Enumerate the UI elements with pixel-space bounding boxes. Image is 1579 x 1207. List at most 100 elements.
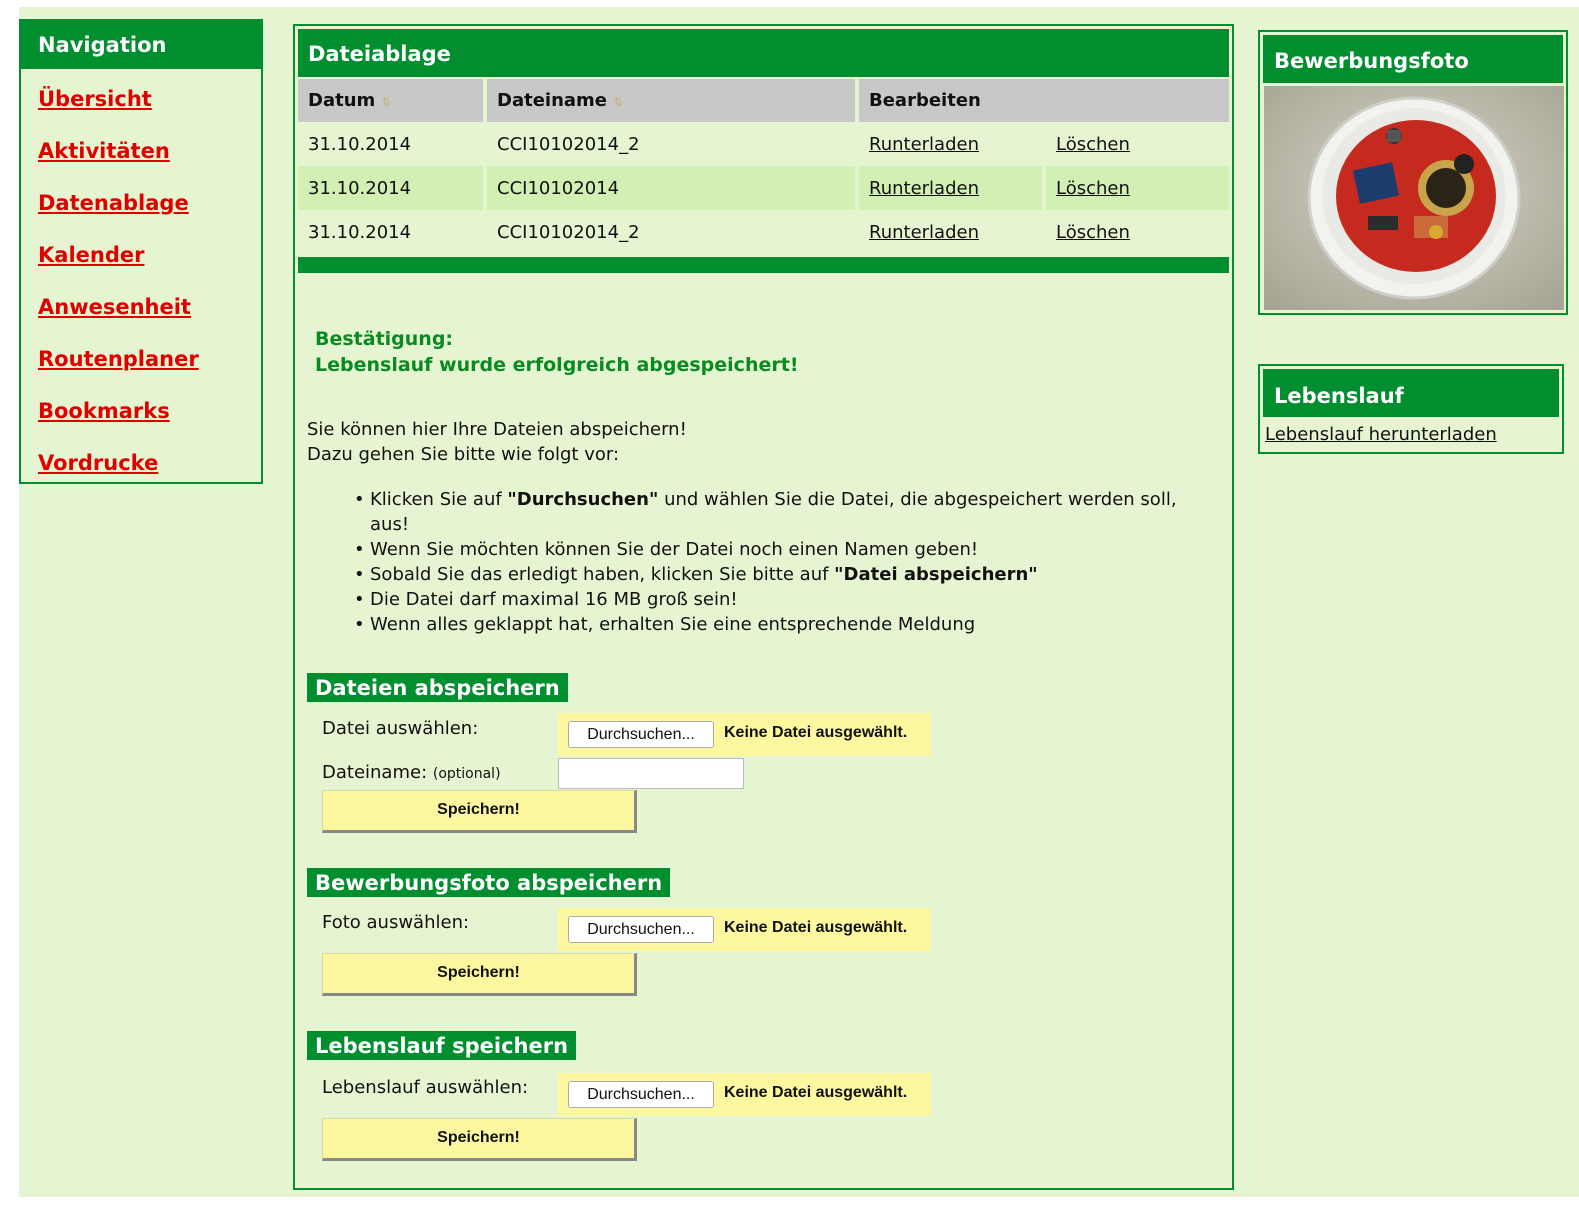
cell-filename: CCI10102014: [485, 166, 859, 210]
cell-delete: Löschen: [1044, 166, 1229, 210]
file-select-label: Datei auswählen:: [322, 718, 479, 739]
step-text: Sobald Sie das erledigt haben, klicken S…: [370, 564, 835, 585]
intro-line-2: Dazu gehen Sie bitte wie folgt vor:: [307, 444, 620, 465]
delete-link[interactable]: Löschen: [1056, 178, 1130, 199]
file-select-box: Durchsuchen... Keine Datei ausgewählt.: [558, 713, 931, 756]
cell-download: Runterladen: [857, 122, 1046, 166]
list-item: Die Datei darf maximal 16 MB groß sein!: [354, 587, 1200, 612]
browse-button[interactable]: Durchsuchen...: [568, 721, 714, 748]
table-header-row: Datum ⇅ Dateiname ⇅ Bearbeiten: [298, 79, 1229, 122]
step-text: Wenn Sie möchten können Sie der Datei no…: [370, 539, 979, 560]
column-name-label: Dateiname: [497, 90, 607, 111]
cv-download-link[interactable]: Lebenslauf herunterladen: [1265, 424, 1497, 445]
delete-link[interactable]: Löschen: [1056, 222, 1130, 243]
list-item: Klicken Sie auf "Durchsuchen" und wählen…: [354, 487, 1200, 537]
nav-item-routenplaner: Routenplaner: [21, 329, 261, 381]
photo-select-box: Durchsuchen... Keine Datei ausgewählt.: [558, 908, 931, 951]
nav-item-vordrucke: Vordrucke: [21, 433, 261, 485]
cell-date: 31.10.2014: [298, 122, 487, 166]
nav-item-anwesenheit: Anwesenheit: [21, 277, 261, 329]
nav-link-aktivitaeten[interactable]: Aktivitäten: [38, 139, 170, 163]
list-item: Wenn Sie möchten können Sie der Datei no…: [354, 537, 1200, 562]
no-file-status: Keine Datei ausgewählt.: [724, 919, 908, 936]
sort-icon[interactable]: ⇅: [613, 95, 623, 109]
photo-panel-title: Bewerbungsfoto: [1263, 35, 1563, 83]
save-photo-button[interactable]: Speichern!: [322, 953, 637, 996]
files-panel-title: Dateiablage: [298, 29, 1229, 77]
list-item: Sobald Sie das erledigt haben, klicken S…: [354, 562, 1200, 587]
files-table: Datum ⇅ Dateiname ⇅ Bearbeiten 31.10.2014 …: [298, 79, 1229, 254]
table-row: 31.10.2014 CCI10102014 Runterladen Lösch…: [298, 166, 1229, 210]
cell-filename: CCI10102014_2: [485, 122, 859, 166]
filename-label: Dateiname: (optional): [322, 762, 501, 783]
nav-item-aktivitaeten: Aktivitäten: [21, 121, 261, 173]
filename-input[interactable]: [558, 758, 744, 789]
photo-image: [1264, 86, 1564, 310]
filename-label-text: Dateiname:: [322, 762, 428, 783]
cell-date: 31.10.2014: [298, 210, 487, 254]
cell-delete: Löschen: [1044, 210, 1229, 254]
delete-link[interactable]: Löschen: [1056, 134, 1130, 155]
nav-link-uebersicht[interactable]: Übersicht: [38, 87, 152, 111]
cv-select-box: Durchsuchen... Keine Datei ausgewählt.: [558, 1073, 931, 1116]
step-text: Wenn alles geklappt hat, erhalten Sie ei…: [370, 614, 976, 635]
sort-icon[interactable]: ⇅: [381, 95, 391, 109]
nav-title: Navigation: [21, 21, 261, 69]
download-link[interactable]: Runterladen: [869, 178, 979, 199]
nav-list: Übersicht Aktivitäten Datenablage Kalend…: [21, 69, 261, 485]
list-item: Wenn alles geklappt hat, erhalten Sie ei…: [354, 612, 1200, 637]
column-date-label: Datum: [308, 90, 376, 111]
instruction-steps: Klicken Sie auf "Durchsuchen" und wählen…: [354, 487, 1200, 637]
photo-select-label: Foto auswählen:: [322, 912, 470, 933]
table-row: 31.10.2014 CCI10102014_2 Runterladen Lös…: [298, 122, 1229, 166]
step-text: Klicken Sie auf: [370, 489, 508, 510]
cv-select-label: Lebenslauf auswählen:: [322, 1077, 529, 1098]
browse-button[interactable]: Durchsuchen...: [568, 916, 714, 943]
column-edit-label: Bearbeiten: [869, 90, 981, 111]
nav-item-uebersicht: Übersicht: [21, 69, 261, 121]
navigation-panel: Navigation Übersicht Aktivitäten Datenab…: [19, 19, 263, 484]
section-title-upload-cv: Lebenslauf speichern: [307, 1031, 577, 1060]
nav-link-datenablage[interactable]: Datenablage: [38, 191, 189, 215]
instructions-intro: Sie können hier Ihre Dateien abspeichern…: [307, 417, 687, 467]
cell-filename: CCI10102014_2: [485, 210, 859, 254]
application-photo-panel: Bewerbungsfoto: [1258, 30, 1568, 315]
no-file-status: Keine Datei ausgewählt.: [724, 724, 908, 741]
confirmation-text: Lebenslauf wurde erfolgreich abgespeiche…: [315, 354, 799, 376]
nav-link-routenplaner[interactable]: Routenplaner: [38, 347, 199, 371]
nav-item-bookmarks: Bookmarks: [21, 381, 261, 433]
nav-link-kalender[interactable]: Kalender: [38, 243, 144, 267]
no-file-status: Keine Datei ausgewählt.: [724, 1084, 908, 1101]
cell-delete: Löschen: [1044, 122, 1229, 166]
download-link[interactable]: Runterladen: [869, 134, 979, 155]
table-row: 31.10.2014 CCI10102014_2 Runterladen Lös…: [298, 210, 1229, 254]
nav-link-vordrucke[interactable]: Vordrucke: [38, 451, 158, 475]
table-footer-bar: [298, 257, 1229, 273]
save-cv-button[interactable]: Speichern!: [322, 1118, 637, 1161]
cv-panel: Lebenslauf Lebenslauf herunterladen: [1258, 364, 1564, 454]
cv-panel-title: Lebenslauf: [1263, 369, 1559, 417]
column-header-name[interactable]: Dateiname ⇅: [485, 79, 859, 122]
section-title-upload-photo: Bewerbungsfoto abspeichern: [307, 868, 671, 897]
intro-line-1: Sie können hier Ihre Dateien abspeichern…: [307, 419, 687, 440]
main-panel: Dateiablage Datum ⇅ Dateiname ⇅ Bearbeiten…: [293, 24, 1234, 1190]
step-bold-text: "Datei abspeichern": [834, 564, 1038, 585]
browse-button[interactable]: Durchsuchen...: [568, 1081, 714, 1108]
cell-date: 31.10.2014: [298, 166, 487, 210]
column-header-date[interactable]: Datum ⇅: [298, 79, 487, 122]
confirmation-title: Bestätigung:: [315, 328, 454, 350]
cell-download: Runterladen: [857, 166, 1046, 210]
nav-link-bookmarks[interactable]: Bookmarks: [38, 399, 170, 423]
step-bold-text: "Durchsuchen": [507, 489, 659, 510]
step-text: Die Datei darf maximal 16 MB groß sein!: [370, 589, 738, 610]
section-title-upload-files: Dateien abspeichern: [307, 673, 568, 702]
column-header-edit: Bearbeiten: [857, 79, 1229, 122]
nav-link-anwesenheit[interactable]: Anwesenheit: [38, 295, 191, 319]
download-link[interactable]: Runterladen: [869, 222, 979, 243]
save-file-button[interactable]: Speichern!: [322, 790, 637, 833]
filename-hint: (optional): [432, 766, 501, 782]
nav-item-kalender: Kalender: [21, 225, 261, 277]
application-photo: [1264, 86, 1564, 310]
nav-item-datenablage: Datenablage: [21, 173, 261, 225]
confirmation-message: Bestätigung: Lebenslauf wurde erfolgreic…: [315, 326, 798, 378]
